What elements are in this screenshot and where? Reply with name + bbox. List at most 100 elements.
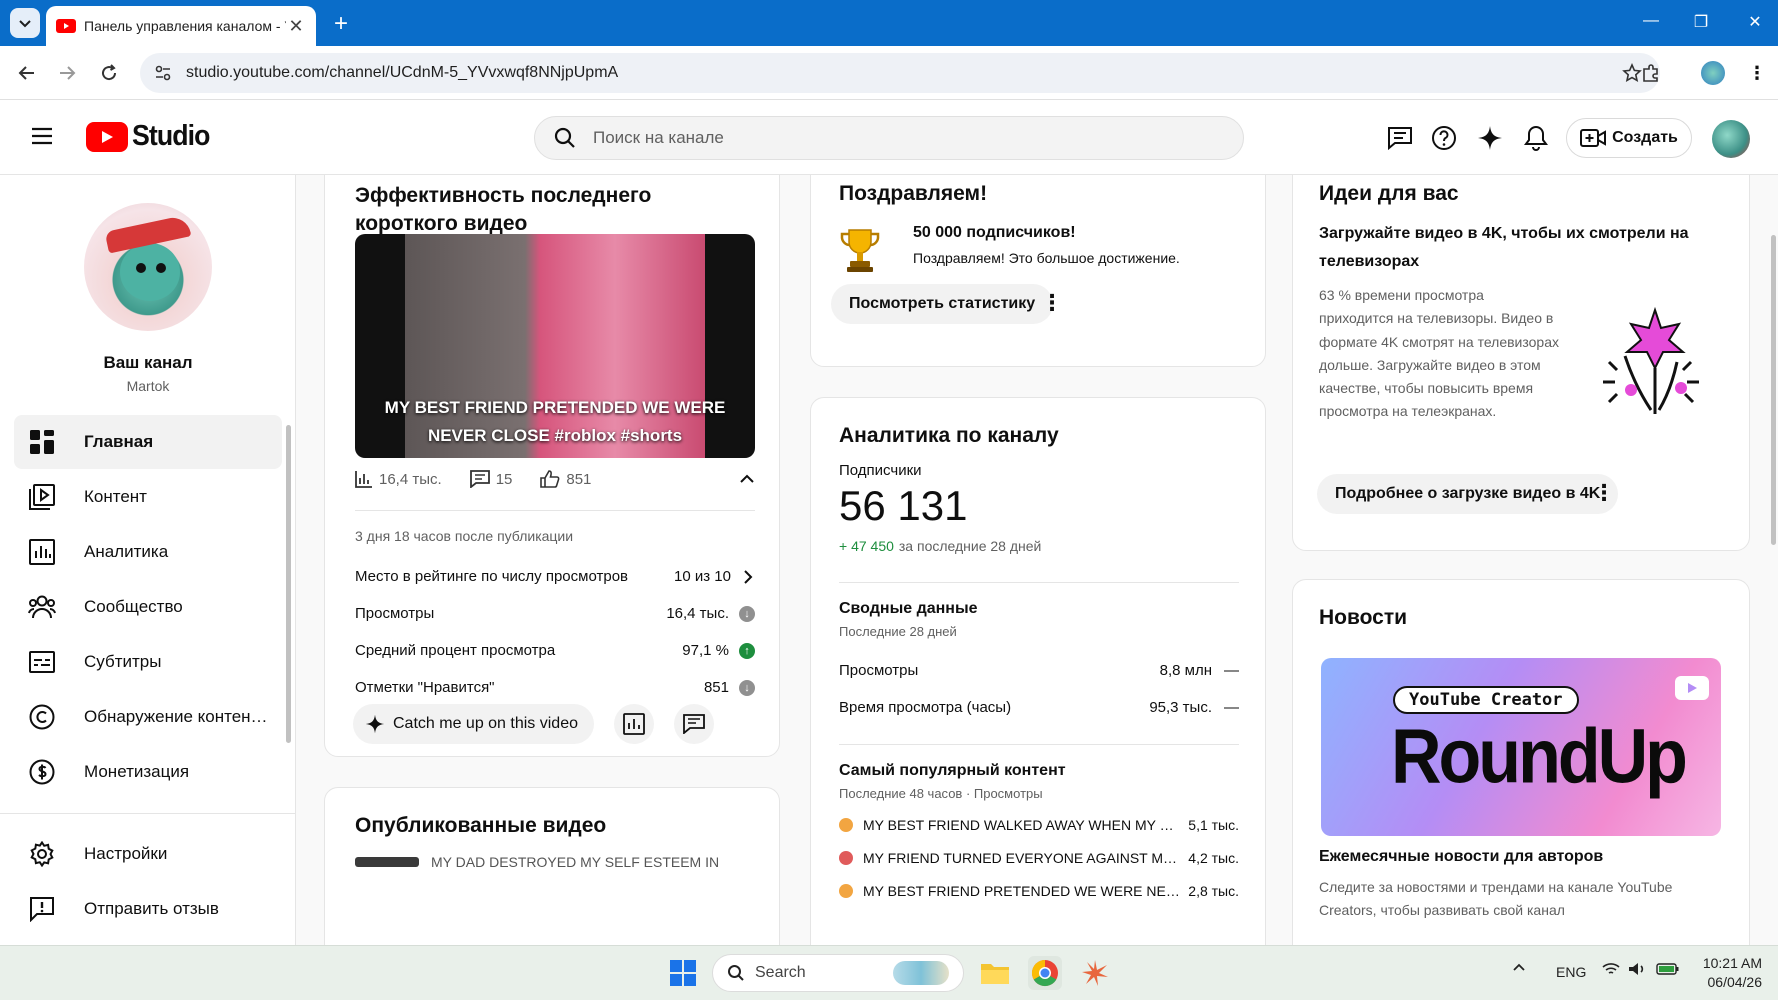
main-scrollbar[interactable]: [1771, 235, 1776, 545]
comment-icon: [469, 470, 490, 488]
news-text: Следите за новостями и трендами на канал…: [1319, 879, 1673, 918]
forward-button[interactable]: [54, 60, 80, 86]
sidebar-item-content-detection[interactable]: Обнаружение контен…: [14, 690, 282, 744]
messages-button[interactable]: [1386, 124, 1414, 152]
news-banner[interactable]: YouTube Creator RoundUp: [1321, 658, 1721, 836]
learn-4k-label: Подробнее о загрузке видео в 4K: [1335, 485, 1601, 502]
volume-icon[interactable]: [1628, 962, 1646, 976]
sidebar-item-analytics[interactable]: Аналитика: [14, 525, 282, 579]
system-clock[interactable]: 10:21 AM 06/04/26: [1686, 954, 1762, 992]
milestone-card: Поздравляем! 50 000 подписчиков! Поздрав…: [810, 175, 1266, 367]
subscribers-delta-row: + 47 450 за последние 28 дней: [839, 538, 1041, 554]
top-content-row[interactable]: MY FRIEND TURNED EVERYONE AGAINST M… 4,2…: [839, 841, 1239, 874]
search-placeholder: Поиск на канале: [593, 128, 724, 147]
url-bar[interactable]: studio.youtube.com/channel/UCdnM-5_YVvxw…: [140, 53, 1660, 93]
banner-badge: YouTube Creator: [1393, 686, 1579, 714]
summary-trend: —: [1224, 662, 1239, 679]
puzzle-icon: [1643, 64, 1658, 82]
menu-button[interactable]: [30, 126, 54, 146]
close-tab-icon[interactable]: ✕: [286, 16, 306, 37]
video-comments-button[interactable]: [674, 704, 714, 744]
metric-value: 851: [703, 679, 729, 696]
channel-search-input[interactable]: Поиск на канале: [534, 116, 1244, 160]
tab-search-button[interactable]: [10, 8, 40, 38]
summary-label: Время просмотра (часы): [839, 699, 1012, 716]
top-content-row[interactable]: MY BEST FRIEND WALKED AWAY WHEN MY … 5,1…: [839, 808, 1239, 841]
notifications-button[interactable]: [1522, 124, 1550, 152]
short-stats-row: 16,4 тыс. 15 851: [355, 470, 755, 488]
catch-up-button[interactable]: Catch me up on this video: [353, 704, 594, 744]
search-highlight-image: [893, 961, 949, 985]
short-caption: MY BEST FRIEND PRETENDED WE WERE NEVER C…: [384, 398, 726, 445]
arrow-down-icon: ↓: [739, 679, 755, 696]
file-explorer-button[interactable]: [978, 956, 1012, 990]
close-window-button[interactable]: ✕: [1740, 12, 1770, 32]
reload-button[interactable]: [96, 60, 122, 86]
hamburger-icon: [32, 127, 52, 145]
sidebar-item-dashboard[interactable]: Главная: [14, 415, 282, 469]
chrome-taskbar-button[interactable]: [1028, 956, 1062, 990]
windows-logo-icon: [670, 960, 696, 986]
studio-logo[interactable]: Studio: [86, 120, 216, 153]
tray-overflow-icon[interactable]: [1512, 962, 1526, 972]
account-avatar[interactable]: [1712, 120, 1750, 158]
sidebar-item-community[interactable]: Сообщество: [14, 580, 282, 634]
channel-avatar[interactable]: [84, 203, 212, 331]
sidebar-item-content[interactable]: Контент: [14, 470, 282, 524]
view-stats-button[interactable]: Посмотреть статистику: [831, 284, 1054, 324]
likes-stat: 851: [540, 470, 591, 488]
published-videos-card: Опубликованные видео MY DAD DESTROYED MY…: [324, 787, 780, 945]
subscribers-label: Подписчики: [839, 462, 922, 479]
language-indicator[interactable]: ENG: [1556, 964, 1586, 980]
sidebar-item-label: Аналитика: [84, 542, 169, 561]
ai-sparkle-button[interactable]: [1476, 124, 1504, 152]
extensions-button[interactable]: [1638, 60, 1664, 86]
bar-chart-icon: [355, 471, 372, 488]
battery-icon[interactable]: [1656, 962, 1680, 976]
copyright-icon: [28, 703, 56, 731]
banner-title: RoundUp: [1391, 713, 1688, 799]
published-item[interactable]: MY DAD DESTROYED MY SELF ESTEEM IN: [355, 854, 719, 870]
help-button[interactable]: [1430, 124, 1458, 152]
sidebar: Ваш канал Martok Главная Контент Аналити…: [0, 175, 296, 945]
back-button[interactable]: [14, 60, 40, 86]
metric-label: Место в рейтинге по числу просмотров: [355, 568, 629, 585]
more-vertical-icon[interactable]: ⋮: [1041, 292, 1063, 314]
taskbar-search[interactable]: Search: [712, 954, 964, 992]
sidebar-item-feedback[interactable]: Отправить отзыв: [14, 882, 282, 936]
card-title: Эффективность последнего короткого видео: [355, 184, 652, 235]
metric-row-rank[interactable]: Место в рейтинге по числу просмотров 10 …: [355, 558, 755, 595]
top-content-value: 2,8 тыс.: [1188, 882, 1239, 899]
analytics-icon: [623, 713, 645, 735]
app-taskbar-button[interactable]: [1078, 956, 1112, 990]
latest-short-card: Эффективность последнего короткого видео…: [324, 175, 780, 757]
create-button[interactable]: Создать: [1566, 118, 1692, 158]
summary-title: Сводные данные: [839, 600, 978, 617]
wifi-icon[interactable]: [1602, 962, 1620, 976]
collapse-button[interactable]: [739, 473, 755, 485]
sidebar-item-subtitles[interactable]: Субтитры: [14, 635, 282, 689]
more-vertical-icon[interactable]: ⋮: [1593, 482, 1615, 504]
sidebar-item-settings[interactable]: Настройки: [14, 827, 282, 881]
metric-value: 10 из 10: [674, 568, 731, 585]
restore-button[interactable]: ❐: [1686, 12, 1716, 32]
minimize-button[interactable]: —: [1636, 12, 1666, 30]
start-button[interactable]: [666, 956, 700, 990]
subscribers-delta: + 47 450: [839, 538, 894, 554]
sidebar-scrollbar[interactable]: [286, 425, 291, 743]
top-content-label: MY BEST FRIEND PRETENDED WE WERE NE…: [863, 882, 1180, 899]
analytics-icon: [28, 538, 56, 566]
sidebar-item-monetization[interactable]: Монетизация: [14, 745, 282, 799]
sparkle-icon: [1478, 126, 1502, 150]
short-thumbnail[interactable]: MY BEST FRIEND PRETENDED WE WERE NEVER C…: [355, 234, 755, 458]
browser-menu-button[interactable]: ⋮: [1744, 60, 1770, 86]
site-info-icon[interactable]: [154, 64, 172, 82]
search-icon: [554, 127, 575, 148]
new-tab-button[interactable]: +: [328, 10, 354, 38]
browser-tab-active[interactable]: Панель управления каналом - YouTube Stud…: [46, 6, 316, 46]
metric-label: Средний процент просмотра: [355, 642, 556, 659]
video-analytics-button[interactable]: [614, 704, 654, 744]
top-content-row[interactable]: MY BEST FRIEND PRETENDED WE WERE NE… 2,8…: [839, 874, 1239, 907]
profile-avatar-button[interactable]: [1700, 60, 1726, 86]
learn-4k-button[interactable]: Подробнее о загрузке видео в 4K: [1317, 474, 1619, 514]
